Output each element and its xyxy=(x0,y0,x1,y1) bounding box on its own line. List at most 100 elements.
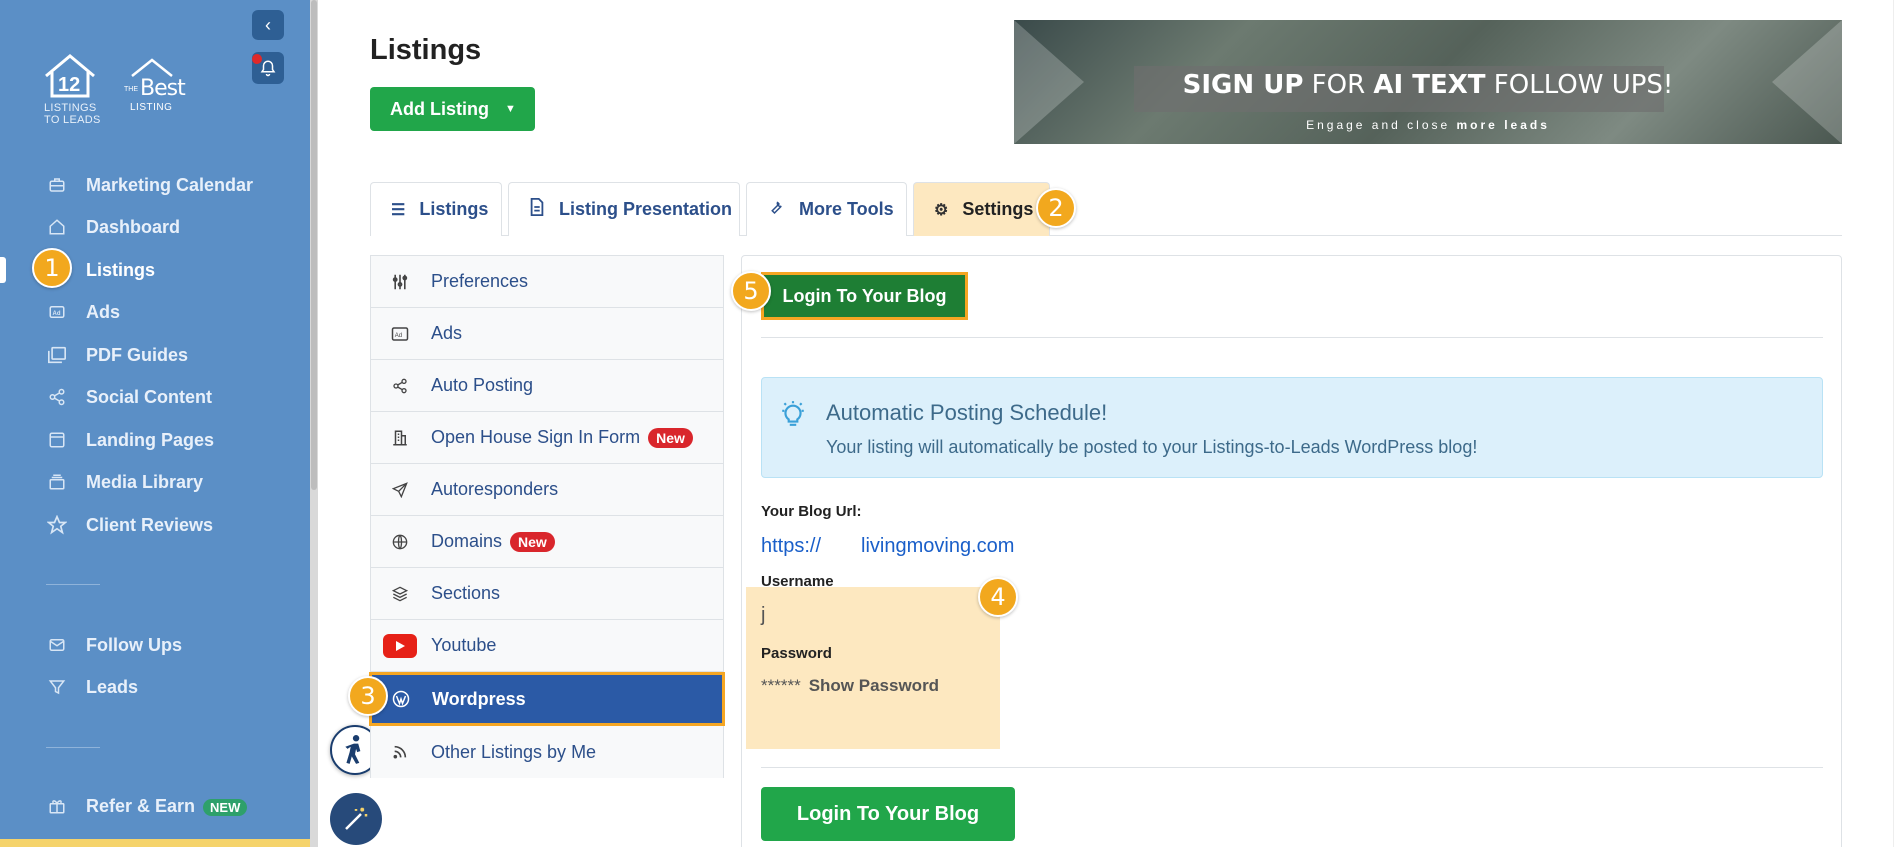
banner-headline: SIGN UP FOR AI TEXT FOLLOW UPS! xyxy=(1182,70,1674,100)
new-badge: New xyxy=(510,531,555,552)
ai-text-promo-banner[interactable]: SIGN UP FOR AI TEXT FOLLOW UPS! Engage a… xyxy=(1014,20,1842,144)
document-icon xyxy=(529,198,545,221)
tab-listings[interactable]: ☰ Listings xyxy=(370,182,502,236)
page-scrollbar[interactable] xyxy=(1893,0,1903,847)
menu-item-sections[interactable]: Sections xyxy=(371,568,723,620)
lightbulb-icon xyxy=(780,400,806,435)
sidebar-item-refer-earn[interactable]: Refer & Earn NEW xyxy=(0,785,310,827)
building-icon xyxy=(389,429,411,447)
logo-caption: LISTINGS TO LEADS xyxy=(44,102,101,126)
menu-item-other-listings[interactable]: Other Listings by Me xyxy=(371,726,723,778)
rss-icon xyxy=(389,744,411,760)
collapse-sidebar-button[interactable]: ‹ xyxy=(252,10,284,40)
sidebar-scrollbar[interactable] xyxy=(310,0,318,847)
callout-marker-2: 2 xyxy=(1036,188,1076,228)
magic-wand-button[interactable] xyxy=(330,793,382,845)
sidebar-divider xyxy=(46,584,100,585)
sidebar-item-media-library[interactable]: Media Library xyxy=(0,461,310,503)
home-icon xyxy=(46,216,68,238)
menu-item-domains[interactable]: Domains New xyxy=(371,516,723,568)
bell-icon xyxy=(260,60,276,77)
listings-to-leads-logo[interactable]: 12 LISTINGS TO LEADS xyxy=(40,50,110,130)
scrollbar-thumb[interactable] xyxy=(311,0,317,490)
sidebar-item-landing-pages[interactable]: Landing Pages xyxy=(0,419,310,461)
callout-marker-4: 4 xyxy=(978,577,1018,617)
star-icon xyxy=(46,514,68,536)
pdf-icon xyxy=(46,344,68,366)
username-label: Username xyxy=(761,573,834,590)
chevron-left-icon: ‹ xyxy=(265,14,271,35)
add-listing-button[interactable]: Add Listing ▼ xyxy=(370,87,535,131)
sidebar-item-client-reviews[interactable]: Client Reviews xyxy=(0,504,310,546)
mail-icon xyxy=(46,634,68,656)
gear-icon: ⚙ xyxy=(934,201,949,219)
magic-wand-icon xyxy=(345,807,368,830)
menu-item-wordpress[interactable]: Wordpress xyxy=(369,672,725,726)
ad-icon: Ad xyxy=(389,326,411,342)
svg-text:Ad: Ad xyxy=(53,311,61,317)
share-icon xyxy=(46,386,68,408)
share-icon xyxy=(389,378,411,394)
briefcase-icon xyxy=(46,174,68,196)
alert-text: Your listing will automatically be poste… xyxy=(826,437,1478,457)
callout-marker-1: 1 xyxy=(32,248,72,288)
sidebar-item-follow-ups[interactable]: Follow Ups xyxy=(0,624,310,666)
list-icon: ☰ xyxy=(391,201,406,219)
page-title: Listings xyxy=(370,34,482,66)
wordpress-icon xyxy=(390,690,412,708)
new-badge: New xyxy=(648,427,693,448)
sidebar-divider xyxy=(46,747,100,748)
active-indicator xyxy=(0,257,6,283)
caret-down-icon: ▼ xyxy=(504,103,516,115)
sidebar-item-ads[interactable]: Ad Ads xyxy=(0,291,310,333)
blog-url-label: Your Blog Url: xyxy=(761,503,862,520)
divider xyxy=(761,767,1823,768)
send-icon xyxy=(389,481,411,498)
menu-item-youtube[interactable]: Youtube xyxy=(371,620,723,672)
filter-icon xyxy=(46,676,68,698)
callout-marker-5: 5 xyxy=(731,271,771,311)
password-label: Password xyxy=(761,645,832,662)
new-badge: NEW xyxy=(203,798,248,816)
folder-icon xyxy=(46,471,68,493)
sidebar-bottom-strip xyxy=(0,839,310,847)
youtube-icon xyxy=(383,633,417,658)
password-value: ****** Show Password xyxy=(761,676,940,695)
sidebar-item-marketing-calendar[interactable]: Marketing Calendar xyxy=(0,164,310,206)
login-to-blog-button-bottom[interactable]: Login To Your Blog xyxy=(761,787,1015,841)
menu-item-preferences[interactable]: Preferences xyxy=(371,256,723,308)
alert-title: Automatic Posting Schedule! xyxy=(826,400,1108,425)
tab-listing-presentation[interactable]: Listing Presentation xyxy=(508,182,740,236)
banner-subtitle: Engage and close more leads xyxy=(1306,118,1550,132)
show-password-link[interactable]: Show Password xyxy=(809,676,939,695)
divider xyxy=(761,337,1823,338)
sidebar-item-leads[interactable]: Leads xyxy=(0,666,310,708)
tab-more-tools[interactable]: More Tools xyxy=(746,182,907,236)
sidebar-item-pdf-guides[interactable]: PDF Guides xyxy=(0,334,310,376)
callout-marker-3: 3 xyxy=(348,676,388,716)
wrench-icon xyxy=(767,198,785,221)
menu-item-autoresponders[interactable]: Autoresponders xyxy=(371,464,723,516)
ad-icon: Ad xyxy=(46,301,68,323)
svg-text:Ad: Ad xyxy=(395,333,402,339)
gift-icon xyxy=(46,795,68,817)
username-value: j xyxy=(761,604,766,626)
layers-icon xyxy=(389,586,411,602)
credentials-highlight xyxy=(746,587,1000,749)
menu-item-ads[interactable]: Ad Ads xyxy=(371,308,723,360)
page-icon xyxy=(46,429,68,451)
menu-item-auto-posting[interactable]: Auto Posting xyxy=(371,360,723,412)
tab-settings[interactable]: ⚙ Settings xyxy=(913,182,1050,236)
posting-schedule-alert: Automatic Posting Schedule! Your listing… xyxy=(761,377,1823,478)
the-best-listing-logo[interactable]: THE Best LISTING xyxy=(124,58,194,118)
notification-dot xyxy=(252,54,262,64)
sliders-icon xyxy=(389,273,411,291)
sidebar-item-dashboard[interactable]: Dashboard xyxy=(0,206,310,248)
sidebar-item-social-content[interactable]: Social Content xyxy=(0,376,310,418)
blog-url-link[interactable]: https://livingmoving.com xyxy=(761,535,1014,558)
login-to-blog-button-top[interactable]: Login To Your Blog xyxy=(761,272,968,320)
globe-icon xyxy=(389,534,411,550)
logo-number: 12 xyxy=(58,74,81,96)
settings-menu: Preferences Ad Ads Auto Posting Open Hou… xyxy=(369,255,725,778)
menu-item-open-house-sign-in-form[interactable]: Open House Sign In Form New xyxy=(371,412,723,464)
